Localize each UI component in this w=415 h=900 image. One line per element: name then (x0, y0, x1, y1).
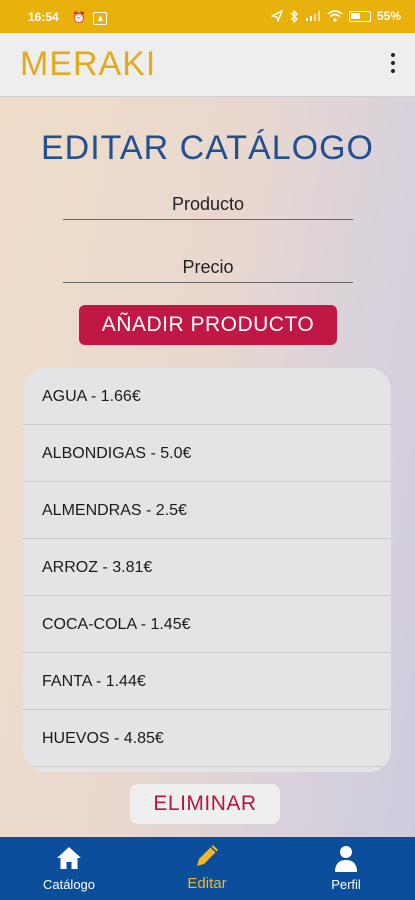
list-item[interactable]: ARROZ - 3.81€ (23, 539, 391, 596)
alarm-icon: ⏰ (72, 12, 86, 24)
delete-button[interactable]: ELIMINAR (130, 784, 280, 824)
price-field (63, 252, 353, 283)
location-icon (270, 10, 283, 22)
wifi-icon (327, 10, 343, 22)
bottom-navigation: Catálogo Editar Perfil (0, 837, 415, 900)
app-notification-icon: ▲ (93, 12, 108, 25)
list-item[interactable]: HUEVOS - 4.85€ (23, 710, 391, 767)
edit-catalog-screen: EDITAR CATÁLOGO AÑADIR PRODUCTO AGUA - 1… (0, 97, 415, 837)
list-item[interactable]: ALBONDIGAS - 5.0€ (23, 425, 391, 482)
page-title: EDITAR CATÁLOGO (40, 129, 374, 167)
price-input[interactable] (63, 252, 353, 282)
more-vertical-icon[interactable] (389, 53, 397, 77)
list-item[interactable] (23, 767, 391, 772)
product-input[interactable] (63, 189, 353, 219)
add-product-button[interactable]: AÑADIR PRODUCTO (79, 305, 337, 345)
bluetooth-icon (290, 9, 298, 23)
pencil-icon (197, 845, 218, 866)
status-bar: 16:54 ⏰ ▲ 55% (0, 0, 415, 33)
nav-catalog[interactable]: Catálogo (0, 837, 138, 900)
list-item[interactable]: FANTA - 1.44€ (23, 653, 391, 710)
list-item[interactable]: ALMENDRAS - 2.5€ (23, 482, 391, 539)
nav-profile-label: Perfil (331, 877, 361, 892)
app-logo: MERAKI (20, 45, 157, 83)
status-time: 16:54 (28, 10, 59, 24)
battery-icon (348, 10, 371, 22)
nav-catalog-label: Catálogo (42, 877, 96, 892)
nav-profile[interactable]: Perfil (277, 837, 415, 900)
app-bar: MERAKI (0, 33, 415, 97)
battery-percent: 55% (376, 9, 401, 23)
nav-edit-label: Editar (187, 875, 227, 892)
home-icon (57, 847, 81, 869)
product-field (63, 189, 353, 220)
product-list[interactable]: AGUA - 1.66€ ALBONDIGAS - 5.0€ ALMENDRAS… (23, 368, 391, 772)
list-item[interactable]: COCA-COLA - 1.45€ (23, 596, 391, 653)
list-item[interactable]: AGUA - 1.66€ (23, 368, 391, 425)
nav-edit[interactable]: Editar (138, 837, 276, 900)
user-icon (335, 846, 357, 872)
signal-icon (305, 11, 320, 21)
